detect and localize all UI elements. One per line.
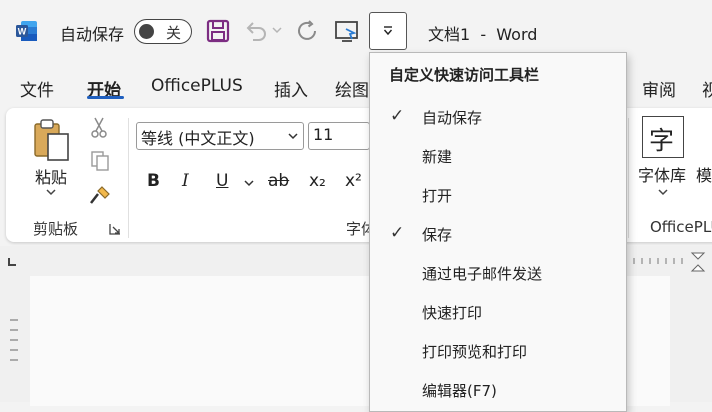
menu-item-label: 快速打印	[422, 304, 483, 322]
font-name-value: 等线 (中文正文)	[141, 129, 255, 148]
font-library-dropdown-icon[interactable]	[658, 188, 668, 196]
subscript-button[interactable]: x₂	[309, 171, 326, 191]
check-icon: ✓	[390, 106, 405, 126]
tab-draw[interactable]: 绘图	[335, 76, 369, 101]
font-size-select[interactable]: 11	[308, 122, 370, 150]
customize-qat-button[interactable]	[369, 12, 407, 50]
svg-text:W: W	[18, 27, 27, 37]
autosave-label: 自动保存	[60, 25, 125, 44]
tab-view[interactable]: 视	[702, 76, 712, 101]
superscript-button[interactable]: x²	[345, 171, 362, 191]
menu-item-quick-print[interactable]: 快速打印	[370, 292, 628, 331]
menu-item-label: 打开	[422, 187, 453, 205]
tab-insert[interactable]: 插入	[274, 76, 308, 101]
tab-review[interactable]: 审阅	[642, 76, 676, 101]
horizontal-ruler	[630, 250, 712, 274]
strikethrough-button[interactable]: ab	[268, 171, 289, 191]
tab-file[interactable]: 文件	[20, 76, 54, 101]
clipboard-group-label: 剪贴板	[33, 220, 79, 238]
autosave-toggle[interactable]: 关	[134, 19, 192, 44]
menu-item-new[interactable]: 新建	[370, 136, 628, 175]
copy-icon[interactable]	[90, 150, 110, 172]
customize-qat-menu: 自定义快速访问工具栏 ✓ 自动保存 新建 打开 ✓ 保存 通过电子邮件发送 快速…	[369, 52, 627, 412]
underline-dropdown-icon[interactable]	[244, 179, 254, 187]
ruler-corner-icon[interactable]	[7, 257, 17, 267]
dialog-launcher-icon[interactable]	[109, 223, 121, 235]
save-icon[interactable]	[206, 19, 230, 43]
paste-dropdown-icon[interactable]	[46, 188, 56, 196]
menu-item-editor[interactable]: 编辑器(F7)	[370, 370, 628, 409]
font-library-glyph: 字	[649, 126, 675, 155]
group-divider	[628, 118, 629, 238]
underline-button[interactable]: U	[216, 171, 228, 191]
chevron-down-icon	[382, 26, 394, 36]
menu-item-label: 编辑器(F7)	[422, 382, 497, 400]
cut-icon[interactable]	[90, 116, 108, 138]
undo-icon[interactable]	[244, 19, 268, 43]
font-library-icon[interactable]: 字	[642, 116, 684, 158]
font-name-select[interactable]: 等线 (中文正文)	[136, 122, 304, 150]
menu-item-open[interactable]: 打开	[370, 175, 628, 214]
officeplus-group-label: OfficePLUS	[650, 218, 712, 236]
font-size-value: 11	[313, 125, 334, 144]
vertical-ruler	[8, 278, 24, 402]
check-icon: ✓	[390, 223, 405, 243]
paste-button-label[interactable]: 粘贴	[35, 164, 67, 188]
tab-officeplus[interactable]: OfficePLUS	[151, 76, 243, 96]
menu-item-label: 保存	[422, 226, 453, 244]
document-title: 文档1 - Word	[428, 25, 538, 44]
chevron-down-icon	[288, 132, 298, 140]
active-tab-indicator	[87, 96, 124, 99]
menu-item-autosave[interactable]: ✓ 自动保存	[370, 97, 628, 136]
menu-item-label: 自动保存	[422, 109, 483, 127]
bold-button[interactable]: B	[147, 171, 160, 191]
redo-icon[interactable]	[296, 19, 320, 43]
menu-item-email[interactable]: 通过电子邮件发送	[370, 253, 628, 292]
italic-button[interactable]: I	[182, 171, 189, 191]
menu-title: 自定义快速访问工具栏	[389, 66, 540, 84]
touch-mode-icon[interactable]	[334, 19, 360, 45]
format-painter-icon[interactable]	[88, 184, 112, 206]
word-icon[interactable]: W	[16, 20, 38, 42]
group-divider	[128, 118, 129, 238]
menu-item-print-preview[interactable]: 打印预览和打印	[370, 331, 628, 370]
toggle-knob	[139, 23, 154, 39]
autosave-state: 关	[166, 24, 182, 42]
menu-item-label: 新建	[422, 148, 453, 166]
undo-dropdown-icon[interactable]	[272, 26, 282, 34]
paste-icon[interactable]	[32, 118, 72, 162]
template-label-partial[interactable]: 模	[696, 162, 712, 186]
font-library-label[interactable]: 字体库	[638, 162, 686, 186]
menu-item-label: 通过电子邮件发送	[422, 265, 543, 283]
menu-item-label: 打印预览和打印	[422, 343, 528, 361]
menu-item-save[interactable]: ✓ 保存	[370, 214, 628, 253]
